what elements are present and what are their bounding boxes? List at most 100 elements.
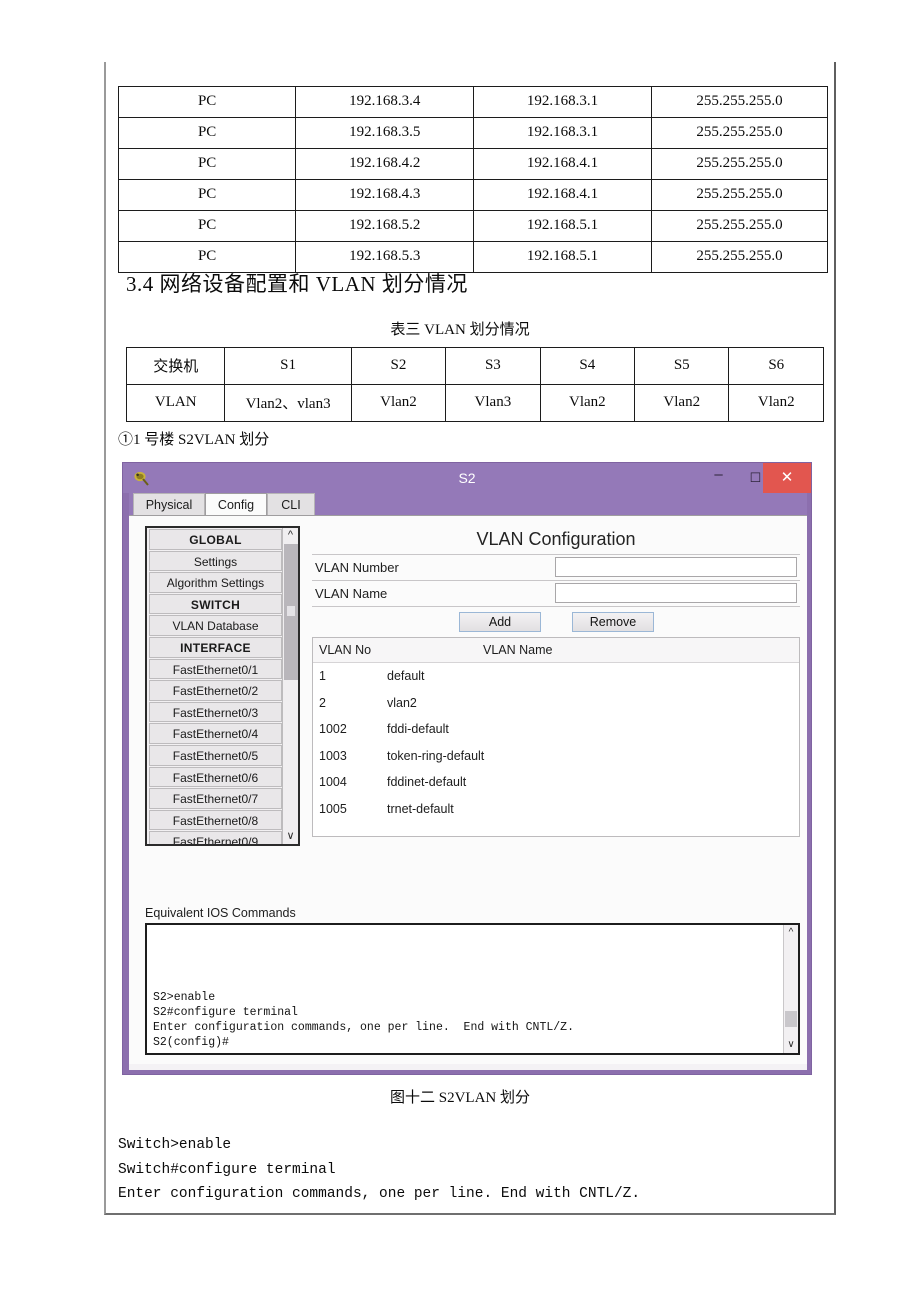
tree-item-fastethernet0-9[interactable]: FastEthernet0/9: [149, 831, 282, 844]
vlan-list[interactable]: VLAN No VLAN Name 1 default 2 vlan2 1002 fddi…: [312, 637, 800, 837]
window-client-area: Physical Config CLI GLOBAL Settings Algori…: [129, 493, 807, 1064]
cli-transcript: Switch>enable Switch#configure terminal …: [118, 1137, 641, 1202]
ios-commands-box[interactable]: S2>enable S2#configure terminal Enter co…: [145, 923, 800, 1055]
table-cell: S2: [350, 347, 447, 385]
tree-item-fastethernet0-5[interactable]: FastEthernet0/5: [149, 744, 282, 766]
table-cell: 192.168.3.1: [473, 86, 652, 118]
ios-commands-label: Equivalent IOS Commands: [145, 906, 296, 920]
vlan-action-buttons: Add Remove: [312, 607, 800, 637]
vlan-number-input[interactable]: [555, 557, 797, 577]
table-cell: PC: [117, 210, 297, 242]
table-row: PC 192.168.3.4 192.168.3.1 255.255.255.0: [117, 86, 829, 118]
vlan-name-input[interactable]: [555, 583, 797, 603]
tab-physical[interactable]: Physical: [133, 493, 205, 515]
scroll-down-icon[interactable]: ∨: [283, 829, 298, 844]
figure-caption: 图十二 S2VLAN 划分: [389, 1090, 530, 1106]
table-cell: Vlan2: [728, 384, 824, 422]
add-button[interactable]: Add: [459, 612, 541, 632]
table-row: PC 192.168.3.5 192.168.3.1 255.255.255.0: [117, 117, 829, 149]
table-cell: 192.168.5.1: [473, 241, 652, 273]
table-row: 交换机 S1 S2 S3 S4 S5 S6: [125, 347, 824, 385]
tab-strip: Physical Config CLI: [129, 493, 807, 515]
scroll-up-icon[interactable]: ^: [283, 528, 298, 543]
ios-scroll-down-icon[interactable]: ∨: [784, 1038, 798, 1052]
table-cell: Vlan2: [350, 384, 447, 422]
vlan-table-caption: 表三 VLAN 划分情况: [390, 322, 530, 338]
vlan-name: fddinet-default: [387, 775, 467, 789]
column-header-vlan-name: VLAN Name: [483, 643, 553, 657]
tree-item-fastethernet0-1[interactable]: FastEthernet0/1: [149, 658, 282, 680]
vlan-row[interactable]: 1002 fddi-default: [313, 716, 799, 743]
vlan-name: default: [387, 669, 425, 683]
table-cell: 255.255.255.0: [650, 86, 829, 118]
table-cell: S5: [634, 347, 730, 385]
vlan-row[interactable]: 1004 fddinet-default: [313, 769, 799, 796]
vlan-row[interactable]: 2 vlan2: [313, 690, 799, 717]
tree-item-algorithm-settings[interactable]: Algorithm Settings: [149, 572, 282, 593]
tree-item-fastethernet0-6[interactable]: FastEthernet0/6: [149, 766, 282, 788]
column-header-vlan-no: VLAN No: [319, 643, 372, 657]
vlan-no: 1005: [319, 801, 347, 816]
window-body: Physical Config CLI GLOBAL Settings Algori…: [129, 493, 807, 1070]
table-cell: PC: [117, 148, 297, 180]
vlan-row[interactable]: 1 default: [313, 663, 799, 690]
ip-address-table: PC 192.168.3.4 192.168.3.1 255.255.255.0 PC 1…: [117, 86, 829, 273]
tree-item-switch: SWITCH: [149, 593, 282, 615]
vlan-no: 1003: [319, 748, 347, 763]
tab-config[interactable]: Config: [205, 493, 267, 515]
table-cell: Vlan2、vlan3: [224, 384, 352, 422]
vlan-row[interactable]: 1005 trnet-default: [313, 796, 799, 823]
vlan-name-label: VLAN Name: [315, 586, 388, 601]
table-cell: PC: [117, 86, 297, 118]
table-cell: S1: [224, 347, 352, 385]
table-row: PC 192.168.4.3 192.168.4.1 255.255.255.0: [117, 179, 829, 211]
ios-scrollbar[interactable]: ^ ∨: [783, 925, 798, 1053]
table-cell: Vlan2: [634, 384, 730, 422]
tree-item-fastethernet0-7[interactable]: FastEthernet0/7: [149, 788, 282, 809]
tree-item-vlan-database[interactable]: VLAN Database: [149, 615, 282, 636]
vlan-name: token-ring-default: [387, 748, 485, 763]
vlan-no: 2: [319, 695, 326, 710]
vlan-list-header: VLAN No VLAN Name: [313, 638, 799, 663]
close-icon: ✕: [780, 469, 794, 486]
minimize-button[interactable]: –: [700, 463, 737, 493]
close-button[interactable]: ✕: [763, 463, 811, 493]
window-titlebar[interactable]: S2 – ☐ ✕: [123, 463, 811, 493]
vlan-configuration: VLAN Configuration VLAN Number VLAN Name…: [312, 524, 800, 837]
scrollbar-grip: [287, 606, 295, 616]
tree-item-fastethernet0-8[interactable]: FastEthernet0/8: [149, 809, 282, 831]
vlan-name-row: VLAN Name: [312, 581, 800, 607]
config-tree: GLOBAL Settings Algorithm Settings SWITCH VL…: [145, 526, 300, 846]
tree-item-settings[interactable]: Settings: [149, 550, 282, 572]
packet-tracer-window: S2 – ☐ ✕ Physical Config CLI GLOBAL Sett…: [122, 462, 812, 1075]
table-cell: 交换机: [125, 347, 226, 385]
tree-item-fastethernet0-2[interactable]: FastEthernet0/2: [149, 680, 282, 701]
table-cell: 192.168.5.1: [473, 210, 652, 242]
tree-scrollbar[interactable]: ^ ∨: [282, 528, 298, 844]
vlan-configuration-title: VLAN Configuration: [312, 524, 800, 555]
table-cell: 192.168.3.1: [473, 117, 652, 149]
ios-scrollbar-thumb[interactable]: [785, 1011, 797, 1027]
config-panel: GLOBAL Settings Algorithm Settings SWITCH VL…: [129, 515, 807, 1064]
tree-item-fastethernet0-4[interactable]: FastEthernet0/4: [149, 723, 282, 744]
vlan-name: vlan2: [387, 695, 417, 710]
vlan-name: trnet-default: [387, 801, 454, 816]
table-cell: 192.168.4.1: [473, 179, 652, 211]
vlan-number-label: VLAN Number: [315, 560, 399, 575]
document-page: PC 192.168.3.4 192.168.3.1 255.255.255.0 PC 1…: [0, 0, 920, 1302]
list-item: ①1 号楼 S2VLAN 划分: [118, 432, 270, 448]
table-cell: 192.168.4.2: [295, 148, 475, 180]
section-heading: 3.4 网络设备配置和 VLAN 划分情况: [126, 272, 468, 296]
table-cell: 192.168.3.5: [295, 117, 475, 149]
vlan-row[interactable]: 1003 token-ring-default: [313, 743, 799, 770]
scrollbar-thumb[interactable]: [284, 544, 298, 680]
vlan-no: 1002: [319, 722, 347, 736]
ios-scroll-up-icon[interactable]: ^: [784, 926, 798, 940]
vlan-no: 1004: [319, 775, 347, 789]
table-cell: 192.168.5.2: [295, 210, 475, 242]
tab-cli[interactable]: CLI: [267, 493, 315, 515]
table-cell: 192.168.3.4: [295, 86, 475, 118]
remove-button[interactable]: Remove: [572, 612, 654, 632]
table-cell: 255.255.255.0: [650, 117, 829, 149]
tree-item-fastethernet0-3[interactable]: FastEthernet0/3: [149, 701, 282, 723]
